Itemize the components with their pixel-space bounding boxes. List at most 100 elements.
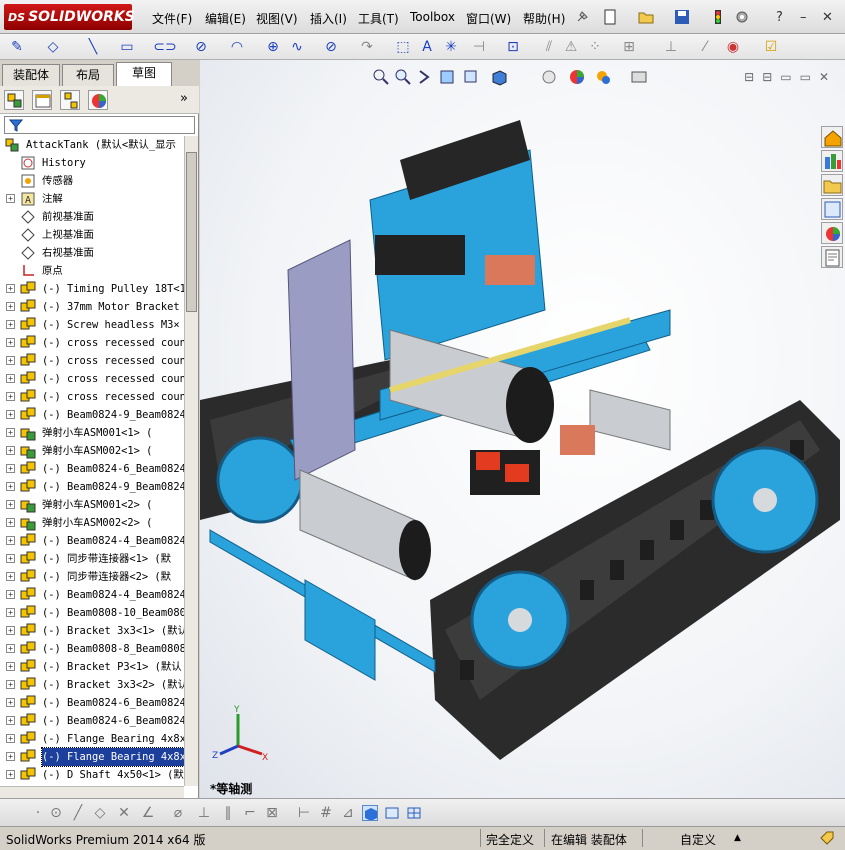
angle-tool-icon[interactable]: ∠: [140, 805, 156, 821]
status-units[interactable]: 自定义: [680, 831, 716, 848]
expand-toggle-icon[interactable]: +: [6, 428, 15, 437]
smart-dimension-icon[interactable]: ◇: [44, 38, 62, 56]
expand-toggle-icon[interactable]: +: [6, 500, 15, 509]
point-tool-icon[interactable]: ·: [30, 805, 46, 821]
expand-toggle-icon[interactable]: +: [6, 446, 15, 455]
tree-item[interactable]: + (-) D Shaft 4x50<1> (默: [0, 766, 184, 784]
tree-item[interactable]: + (-) Beam0824-4_Beam0824: [0, 586, 184, 604]
solidworks-resources-icon[interactable]: [821, 126, 843, 148]
move-entities-icon[interactable]: ⊞: [620, 38, 638, 56]
close-window-icon[interactable]: ✕: [822, 10, 833, 25]
property-manager-icon[interactable]: [32, 90, 52, 110]
line-icon[interactable]: ╲: [84, 38, 102, 56]
tree-item[interactable]: + (-) Beam0824-4_Beam0824: [0, 532, 184, 550]
corner-tool-icon[interactable]: ⌐: [242, 805, 258, 821]
rebuild-traffic-light-icon[interactable]: [710, 9, 726, 25]
expand-toggle-icon[interactable]: +: [6, 374, 15, 383]
polygon-icon[interactable]: ⊕: [264, 38, 282, 56]
tree-item[interactable]: + (-) Beam0824-6_Beam0824: [0, 460, 184, 478]
open-folder-icon[interactable]: [638, 9, 654, 25]
configuration-manager-icon[interactable]: [60, 90, 80, 110]
tree-item[interactable]: + (-) Flange Bearing 4x8x: [0, 730, 184, 748]
menu-tools[interactable]: 工具(T): [358, 10, 399, 27]
display-relations-icon[interactable]: ⊥: [662, 38, 680, 56]
solidworks-logo[interactable]: DS SOLIDWORKS: [4, 4, 135, 30]
tangent-tool-icon[interactable]: ⌀: [170, 805, 186, 821]
tree-vertical-scrollbar[interactable]: [184, 136, 198, 786]
instant2d-icon[interactable]: ☑: [762, 38, 780, 56]
tree-item[interactable]: + (-) Bracket 3x3<2> (默认: [0, 676, 184, 694]
four-view-icon[interactable]: [406, 805, 422, 821]
menu-help[interactable]: 帮助(H): [523, 10, 565, 27]
linear-pattern-icon[interactable]: ⁘: [586, 38, 604, 56]
expand-toggle-icon[interactable]: +: [6, 410, 15, 419]
tree-item[interactable]: + (-) Timing Pulley 18T<1: [0, 280, 184, 298]
tree-item[interactable]: + (-) Beam0808-8_Beam0808: [0, 640, 184, 658]
text-tool-icon[interactable]: A: [418, 38, 436, 56]
spline-icon[interactable]: ∿: [288, 38, 306, 56]
graphics-area[interactable]: ⊟⊟▭▭✕ Y Z X *等轴测: [200, 60, 845, 798]
plane-tool-icon[interactable]: ⬚: [394, 38, 412, 56]
ellipse-icon[interactable]: ⊘: [322, 38, 340, 56]
expand-toggle-icon[interactable]: +: [6, 518, 15, 527]
tree-item[interactable]: 原点: [0, 262, 184, 280]
tree-item[interactable]: + (-) cross recessed coun: [0, 352, 184, 370]
design-library-icon[interactable]: [821, 150, 843, 172]
angle-snap-icon[interactable]: ⊿: [340, 805, 356, 821]
tree-item[interactable]: + (-) Beam0824-9_Beam0824: [0, 478, 184, 496]
tree-item[interactable]: + (-) cross recessed coun: [0, 388, 184, 406]
isometric-view-icon[interactable]: [362, 805, 378, 821]
arc-icon[interactable]: ◠: [228, 38, 246, 56]
slot-icon[interactable]: ⊂⊃: [153, 38, 176, 56]
expand-toggle-icon[interactable]: +: [6, 284, 15, 293]
tree-horizontal-scrollbar[interactable]: [0, 786, 184, 798]
expand-toggle-icon[interactable]: +: [6, 608, 15, 617]
grid-tool-icon[interactable]: #: [318, 805, 334, 821]
expand-panel-chevron-icon[interactable]: »: [180, 91, 188, 106]
perpendicular-tool-icon[interactable]: ⊥: [196, 805, 212, 821]
tree-item[interactable]: + (-) 37mm Motor Bracket: [0, 298, 184, 316]
menu-edit[interactable]: 编辑(E): [205, 10, 246, 27]
parallel-tool-icon[interactable]: ∥: [220, 805, 236, 821]
tab-assembly[interactable]: 装配体: [2, 64, 60, 86]
tree-item[interactable]: + 弹射小车ASM001<1> (: [0, 424, 184, 442]
expand-toggle-icon[interactable]: +: [6, 392, 15, 401]
expand-toggle-icon[interactable]: +: [6, 338, 15, 347]
tree-item[interactable]: + (-) Beam0824-6_Beam0824: [0, 712, 184, 730]
tree-item[interactable]: + (-) 同步带连接器<1> (默: [0, 550, 184, 568]
pin-icon[interactable]: [574, 9, 590, 25]
expand-toggle-icon[interactable]: +: [6, 644, 15, 653]
circle-tool-icon[interactable]: ⊙: [48, 805, 64, 821]
repair-sketch-icon[interactable]: ⁄: [696, 38, 714, 56]
expand-toggle-icon[interactable]: +: [6, 698, 15, 707]
trim-icon[interactable]: ⊣: [470, 38, 488, 56]
feature-tree-icon[interactable]: [4, 90, 24, 110]
tree-item[interactable]: 前视基准面: [0, 208, 184, 226]
tree-item[interactable]: + 弹射小车ASM002<2> (: [0, 514, 184, 532]
appearances-scenes-icon[interactable]: [821, 222, 843, 244]
line-tool-icon[interactable]: ╱: [70, 805, 86, 821]
menu-insert[interactable]: 插入(I): [310, 10, 347, 27]
expand-toggle-icon[interactable]: +: [6, 482, 15, 491]
single-view-icon[interactable]: [384, 805, 400, 821]
tree-item[interactable]: + (-) cross recessed coun: [0, 370, 184, 388]
rectangle-icon[interactable]: ▭: [118, 38, 136, 56]
view-palette-icon[interactable]: [821, 198, 843, 220]
expand-toggle-icon[interactable]: +: [6, 662, 15, 671]
save-icon[interactable]: [674, 9, 690, 25]
grid-snap-tool-icon[interactable]: ⊠: [264, 805, 280, 821]
options-gear-icon[interactable]: [734, 9, 750, 25]
filter-funnel-icon[interactable]: [9, 118, 23, 132]
quick-snaps-icon[interactable]: ◉: [724, 38, 742, 56]
tree-item[interactable]: + (-) Flange Bearing 4x8x: [0, 747, 184, 767]
expand-toggle-icon[interactable]: +: [6, 356, 15, 365]
circle-icon[interactable]: ⊘: [192, 38, 210, 56]
tree-item[interactable]: + (-) cross recessed coun: [0, 334, 184, 352]
help-question-icon[interactable]: ?: [776, 10, 783, 25]
tree-item[interactable]: + (-) Beam0824-9_Beam0824: [0, 406, 184, 424]
tree-item[interactable]: + (-) Bracket P3<1> (默认: [0, 658, 184, 676]
file-explorer-icon[interactable]: [821, 174, 843, 196]
menu-view[interactable]: 视图(V): [256, 10, 298, 27]
minimize-window-icon[interactable]: –: [800, 10, 807, 25]
custom-properties-icon[interactable]: [821, 246, 843, 268]
